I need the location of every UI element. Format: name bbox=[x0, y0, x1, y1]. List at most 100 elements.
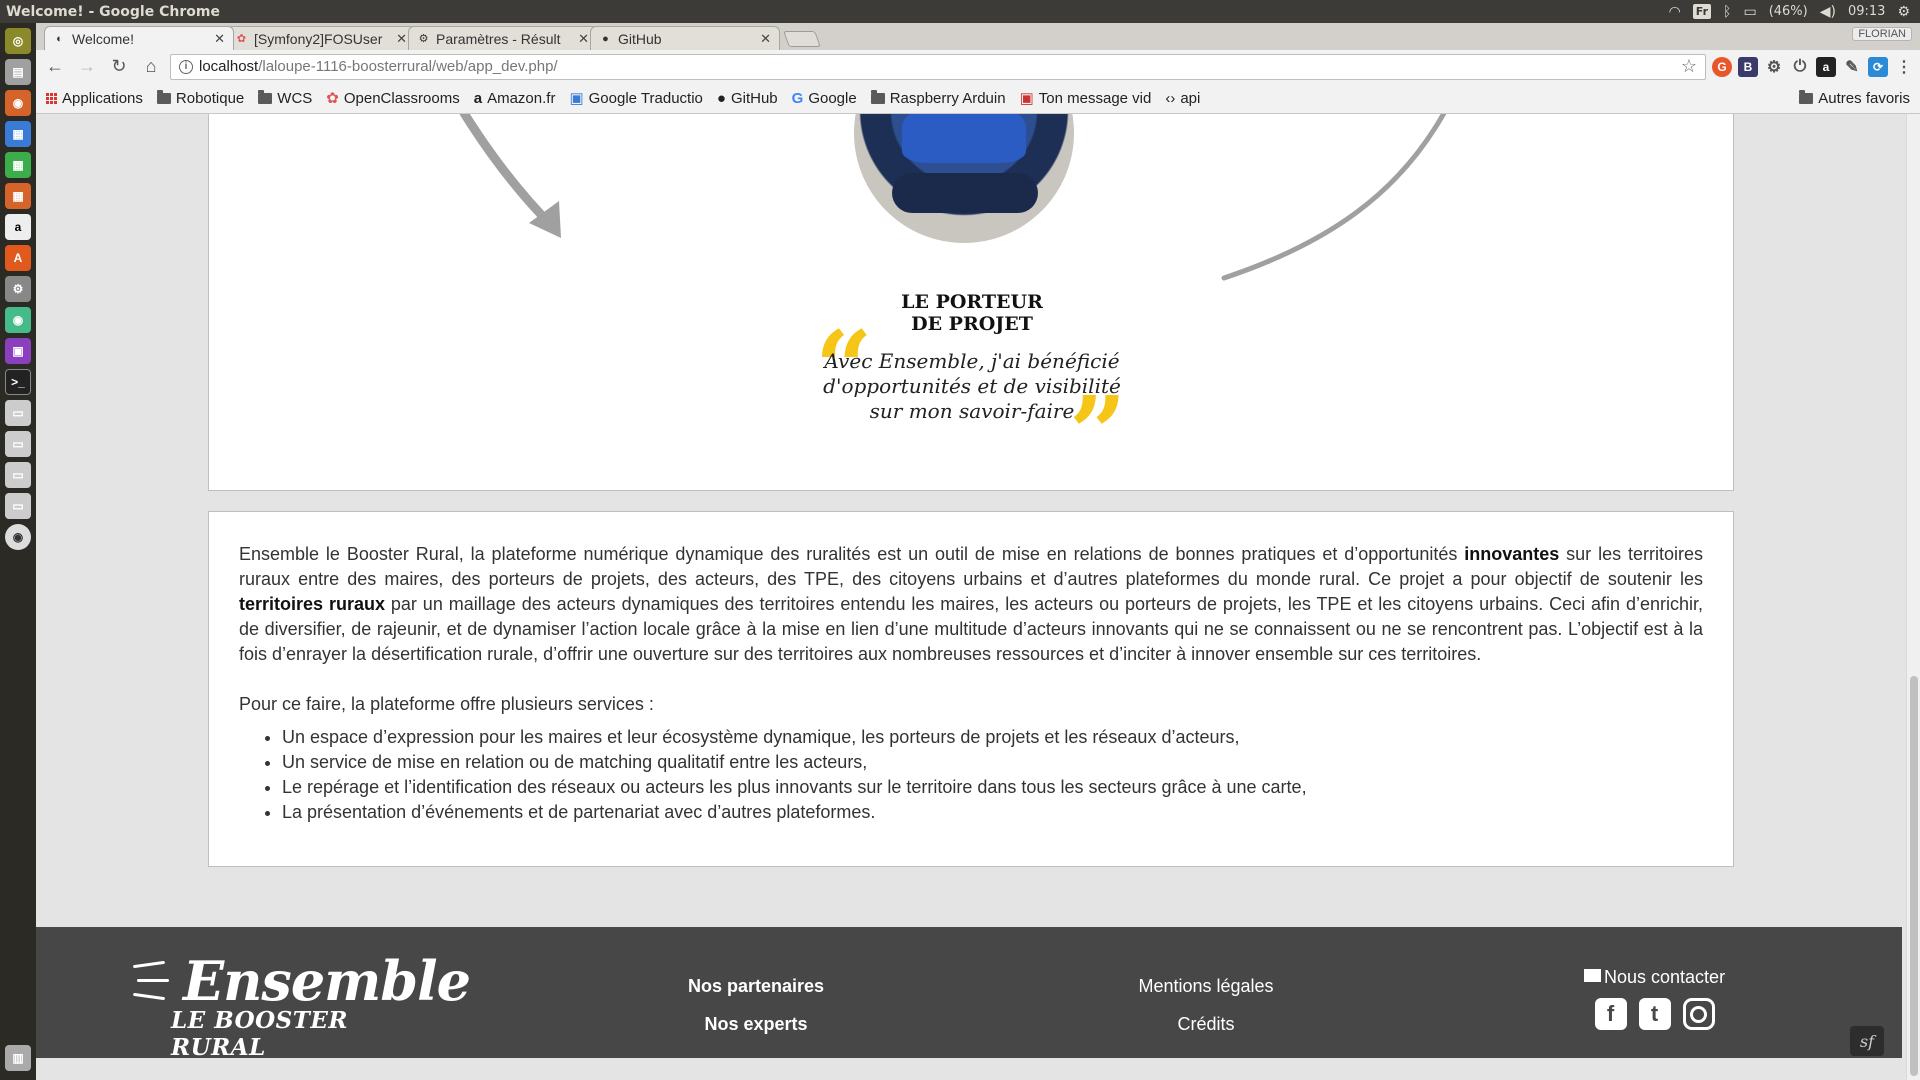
amazon-icon[interactable]: a bbox=[5, 214, 31, 240]
bookmark-api[interactable]: ‹› api bbox=[1165, 90, 1200, 107]
drive-icon[interactable]: ▭ bbox=[5, 431, 31, 457]
bookmark-raspberry[interactable]: Raspberry Arduin bbox=[870, 89, 1006, 107]
extension-gear-icon[interactable]: ⚙ bbox=[1764, 57, 1784, 77]
profile-button[interactable]: FLORIAN bbox=[1852, 27, 1912, 41]
bookmark-google-traduction[interactable]: ▣ Google Traductio bbox=[569, 89, 702, 108]
close-icon[interactable]: ✕ bbox=[396, 31, 407, 47]
terminal-icon[interactable]: >_ bbox=[5, 369, 31, 395]
bookmark-star-icon[interactable]: ☆ bbox=[1681, 56, 1697, 77]
portrait-arms bbox=[892, 173, 1038, 213]
amazon-icon: a bbox=[473, 89, 483, 107]
bookmark-ton-message[interactable]: ▣ Ton message vid bbox=[1020, 89, 1152, 108]
url-path: /laloupe-1116-boosterrural/web/app_dev.p… bbox=[258, 58, 558, 75]
page-scrollbar[interactable] bbox=[1906, 114, 1920, 1080]
tab-parametres[interactable]: ⚙ Paramètres - Résult ✕ bbox=[408, 26, 598, 50]
github-icon: ● bbox=[602, 32, 609, 45]
clock[interactable]: 09:13 bbox=[1848, 4, 1885, 19]
apps-grid-icon bbox=[46, 92, 57, 104]
drive-icon[interactable]: ▭ bbox=[5, 462, 31, 488]
battery-icon[interactable]: ▭ bbox=[1743, 4, 1756, 20]
partners-link[interactable]: Nos partenaires bbox=[656, 967, 856, 1005]
bookmark-github[interactable]: ● GitHub bbox=[717, 90, 778, 107]
extension-g-icon[interactable]: G bbox=[1712, 56, 1732, 77]
extension-sync-icon[interactable]: ⟳ bbox=[1868, 56, 1888, 77]
list-item: Un espace d’expression pour les maires e… bbox=[282, 725, 1703, 750]
extension-power-icon[interactable]: ⏻ bbox=[1790, 57, 1810, 77]
menu-icon[interactable]: ⋮ bbox=[1894, 57, 1914, 77]
dash-icon[interactable]: ◎ bbox=[5, 28, 31, 54]
chrome-icon[interactable]: ◉ bbox=[5, 307, 31, 333]
twitter-icon[interactable]: t bbox=[1638, 998, 1671, 1030]
new-tab-button[interactable] bbox=[783, 31, 821, 47]
symfony-toolbar-icon[interactable]: sf bbox=[1850, 1026, 1884, 1056]
forward-arrow-icon[interactable]: → bbox=[74, 54, 100, 80]
trash-icon[interactable]: ▥ bbox=[5, 1045, 31, 1071]
bookmark-applications[interactable]: Applications bbox=[46, 90, 143, 107]
instagram-icon[interactable] bbox=[1682, 998, 1715, 1030]
tab-label: Welcome! bbox=[72, 30, 134, 47]
code-icon: ‹› bbox=[1165, 89, 1176, 107]
settings-gear-icon[interactable]: ⚙ bbox=[1897, 4, 1910, 20]
drive-icon[interactable]: ▭ bbox=[5, 493, 31, 519]
bookmark-openclassrooms[interactable]: ✿ OpenClassrooms bbox=[326, 89, 459, 108]
extension-amazon-icon[interactable]: a bbox=[1816, 56, 1836, 77]
tab-strip: ◐ Welcome! ✕ ✿ [Symfony2]FOSUser ✕ ⚙ Par… bbox=[36, 23, 1920, 50]
testimonial-panel: LE PORTEUR DE PROJET “ Avec Ensemble, j'… bbox=[208, 114, 1734, 491]
phpstorm-icon[interactable]: ▣ bbox=[5, 338, 31, 364]
scroll-thumb[interactable] bbox=[1910, 676, 1918, 1076]
project-owner-photo bbox=[854, 114, 1074, 243]
calc-icon[interactable]: ▦ bbox=[5, 152, 31, 178]
facebook-icon[interactable]: f bbox=[1594, 998, 1627, 1030]
dvd-icon[interactable]: ◉ bbox=[5, 524, 31, 550]
contact-link[interactable]: Nous contacter bbox=[1584, 967, 1725, 988]
wifi-icon[interactable]: ◠ bbox=[1669, 4, 1681, 20]
ensemble-logo[interactable]: Ensemble LE BOOSTER RURAL bbox=[132, 949, 471, 1061]
bluetooth-icon[interactable]: ᛒ bbox=[1723, 4, 1731, 20]
close-icon[interactable]: ✕ bbox=[214, 31, 225, 47]
site-footer: Ensemble LE BOOSTER RURAL Nos partenaire… bbox=[36, 927, 1902, 1061]
credits-link[interactable]: Crédits bbox=[1106, 1005, 1306, 1043]
keyboard-layout-indicator[interactable]: Fr bbox=[1692, 4, 1712, 19]
extension-b-icon[interactable]: B bbox=[1738, 56, 1758, 77]
social-links: f t bbox=[1584, 998, 1725, 1030]
reload-icon[interactable]: ↻ bbox=[106, 54, 132, 80]
back-arrow-icon[interactable]: ← bbox=[42, 54, 68, 80]
description-paragraph: Ensemble le Booster Rural, la plateforme… bbox=[239, 542, 1703, 667]
tab-github[interactable]: ● GitHub ✕ bbox=[590, 26, 780, 50]
tab-welcome[interactable]: ◐ Welcome! ✕ bbox=[44, 26, 234, 50]
info-icon[interactable]: i bbox=[179, 59, 193, 74]
bookmark-other[interactable]: Autres favoris bbox=[1799, 89, 1910, 107]
drive-icon[interactable]: ▭ bbox=[5, 400, 31, 426]
text-run: par un maillage des acteurs dynamiques d… bbox=[239, 594, 1703, 664]
url-host: localhost bbox=[199, 58, 259, 75]
window-title: Welcome! - Google Chrome bbox=[6, 3, 220, 20]
battery-percent[interactable]: (46%) bbox=[1769, 4, 1808, 19]
firefox-icon[interactable]: ◉ bbox=[5, 90, 31, 116]
extension-pen-icon[interactable]: ✎ bbox=[1842, 57, 1862, 77]
tab-fosuser[interactable]: ✿ [Symfony2]FOSUser ✕ bbox=[226, 26, 416, 50]
experts-link[interactable]: Nos experts bbox=[656, 1005, 856, 1043]
legal-link[interactable]: Mentions légales bbox=[1106, 967, 1306, 1005]
page-viewport: LE PORTEUR DE PROJET “ Avec Ensemble, j'… bbox=[36, 114, 1906, 1080]
system-settings-icon[interactable]: ⚙ bbox=[5, 276, 31, 302]
description-panel: Ensemble le Booster Rural, la plateforme… bbox=[208, 511, 1734, 867]
emphasis-territoires: territoires ruraux bbox=[239, 594, 385, 614]
home-icon[interactable]: ⌂ bbox=[138, 54, 164, 80]
close-icon[interactable]: ✕ bbox=[578, 31, 589, 47]
writer-icon[interactable]: ▦ bbox=[5, 121, 31, 147]
address-bar[interactable]: i localhost/laloupe-1116-boosterrural/we… bbox=[170, 53, 1706, 80]
bookmark-label: Autres favoris bbox=[1818, 89, 1910, 107]
left-arrow-icon bbox=[459, 114, 561, 238]
software-center-icon[interactable]: A bbox=[5, 245, 31, 271]
close-icon[interactable]: ✕ bbox=[760, 31, 771, 47]
bookmark-google[interactable]: G Google bbox=[792, 90, 857, 107]
list-item: Le repérage et l’identification des rése… bbox=[282, 775, 1703, 800]
files-icon[interactable]: ▤ bbox=[5, 59, 31, 85]
quote-line: sur mon savoir-faire bbox=[869, 399, 1075, 423]
impress-icon[interactable]: ▦ bbox=[5, 183, 31, 209]
volume-icon[interactable]: ◀) bbox=[1820, 4, 1836, 20]
os-top-panel: Welcome! - Google Chrome ◠ Fr ᛒ ▭ (46%) … bbox=[0, 0, 1920, 23]
bookmark-wcs[interactable]: WCS bbox=[258, 89, 312, 107]
bookmark-robotique[interactable]: Robotique bbox=[156, 89, 244, 107]
bookmark-amazon[interactable]: a Amazon.fr bbox=[474, 90, 556, 107]
